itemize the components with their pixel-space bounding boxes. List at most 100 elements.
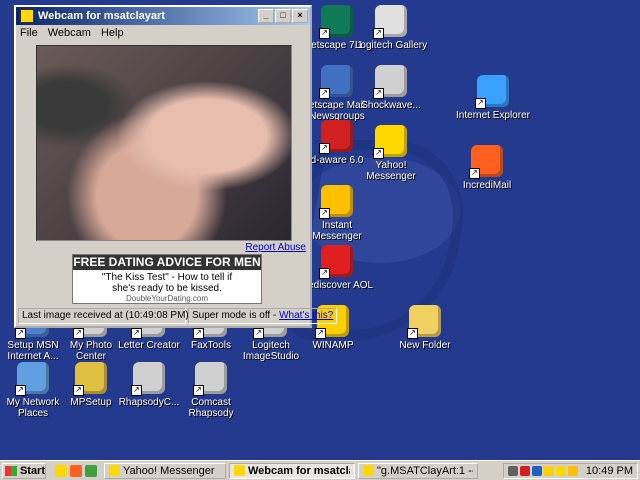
ad-line-1: "The Kiss Test" - How to tell if <box>101 272 233 283</box>
ad-headline: FREE DATING ADVICE FOR MEN <box>73 255 261 270</box>
incredimail-icon: ↗ <box>469 145 503 179</box>
shortcut-arrow-icon: ↗ <box>469 168 480 179</box>
network-icon: ↗ <box>15 362 49 396</box>
aol-icon: ↗ <box>319 245 353 279</box>
netscape-icon: ↗ <box>319 5 353 39</box>
ad-banner[interactable]: FREE DATING ADVICE FOR MEN "The Kiss Tes… <box>72 254 262 304</box>
desktop-icon[interactable]: ↗ Logitech Gallery <box>354 5 428 51</box>
shortcut-arrow-icon: ↗ <box>319 208 330 219</box>
task-buttons: Yahoo! Messenger Webcam for msatcla... "g.… <box>101 462 478 479</box>
yahoo-icon[interactable] <box>55 464 67 477</box>
desktop-icon[interactable]: ↗ Shockwave... <box>354 65 428 111</box>
report-abuse-link[interactable]: Report Abuse <box>245 242 306 253</box>
task-label: "g.MSATClayArt:1 -- Chat <box>377 464 473 477</box>
shortcut-arrow-icon: ↗ <box>373 88 384 99</box>
quick-launch <box>52 464 97 477</box>
tray-icons <box>507 465 580 476</box>
clock: 10:49 PM <box>585 464 633 477</box>
tray-app-icon[interactable] <box>519 465 530 476</box>
whats-this-link[interactable]: What's this? <box>279 310 333 321</box>
status-last-image: Last image received at (10:49:08 PM) <box>18 308 189 324</box>
task-app-icon <box>234 465 245 476</box>
network-tray-icon[interactable] <box>531 465 542 476</box>
shockwave-icon: ↗ <box>373 65 407 99</box>
logitech-icon: ↗ <box>373 5 407 39</box>
taskbar-button[interactable]: Yahoo! Messenger <box>104 462 226 479</box>
menu-webcam[interactable]: Webcam <box>48 27 91 39</box>
desktop-icon[interactable]: ↗ Yahoo! Messenger <box>354 125 428 182</box>
shortcut-arrow-icon: ↗ <box>131 328 142 339</box>
mail-icon: ↗ <box>319 65 353 99</box>
task-app-icon <box>109 465 120 476</box>
status-super-mode: Super mode is off - What's this? <box>188 308 338 324</box>
desktop-icon-label: IncrediMail <box>462 180 512 191</box>
rhapsody-icon: ↗ <box>193 362 227 396</box>
shortcut-arrow-icon: ↗ <box>373 148 384 159</box>
desktop-icon-label: Yahoo! Messenger <box>366 160 416 182</box>
norton-icon[interactable] <box>543 465 554 476</box>
desktop-icon[interactable]: ↗ Comcast Rhapsody <box>174 362 248 419</box>
ad-url: DoubleYourDating.com <box>126 294 208 303</box>
menu-file[interactable]: File <box>20 27 38 39</box>
shortcut-arrow-icon: ↗ <box>193 385 204 396</box>
desktop-icon-label: Shockwave... <box>361 100 421 111</box>
mpsetup-icon: ↗ <box>73 362 107 396</box>
desktop-icon-label: Logitech ImageStudio <box>242 340 300 362</box>
shortcut-arrow-icon: ↗ <box>73 385 84 396</box>
yahoo-icon: ↗ <box>373 125 407 159</box>
start-label: Start <box>19 464 45 477</box>
shortcut-arrow-icon: ↗ <box>475 98 486 109</box>
shortcut-arrow-icon: ↗ <box>73 328 84 339</box>
desktop-icon-label: Comcast Rhapsody <box>188 397 234 419</box>
desktop-icon-label: New Folder <box>399 340 451 351</box>
shortcut-arrow-icon: ↗ <box>373 28 384 39</box>
yahoo-icon[interactable] <box>555 465 566 476</box>
status-bar: Last image received at (10:49:08 PM) Sup… <box>18 308 338 324</box>
shortcut-arrow-icon: ↗ <box>15 328 26 339</box>
shortcut-arrow-icon: ↗ <box>319 28 330 39</box>
shortcut-arrow-icon: ↗ <box>319 143 330 154</box>
media-icon[interactable] <box>85 464 97 477</box>
shortcut-arrow-icon: ↗ <box>319 268 330 279</box>
maximize-button[interactable]: □ <box>275 9 291 23</box>
start-button[interactable]: Start <box>2 462 46 479</box>
shortcut-arrow-icon: ↗ <box>131 385 142 396</box>
adaware-icon: ↗ <box>319 120 353 154</box>
desktop-icon-label: Internet Explorer <box>456 110 530 121</box>
shortcut-arrow-icon: ↗ <box>193 328 204 339</box>
folder-icon: ↗ <box>407 305 441 339</box>
windows-flag-icon <box>5 465 17 476</box>
desktop-icon[interactable]: ↗ IncrediMail <box>450 145 524 191</box>
desktop-icon[interactable]: ↗ Internet Explorer <box>456 75 530 121</box>
super-mode-text: Super mode is off - <box>192 310 277 321</box>
incredimail-icon[interactable] <box>70 464 82 477</box>
minimize-button[interactable]: _ <box>258 9 274 23</box>
window-title: Webcam for msatclayart <box>38 10 165 22</box>
webcam-image <box>36 45 292 241</box>
aim-icon: ↗ <box>319 185 353 219</box>
task-label: Webcam for msatcla... <box>248 464 350 477</box>
taskbar-button[interactable]: "g.MSATClayArt:1 -- Chat <box>358 462 478 479</box>
shortcut-arrow-icon: ↗ <box>319 88 330 99</box>
taskbar: Start Yahoo! Messenger Webcam for msatcla… <box>0 460 640 480</box>
desktop-icon-label: Logitech Gallery <box>354 40 428 51</box>
aim-icon[interactable] <box>567 465 578 476</box>
taskbar-button[interactable]: Webcam for msatcla... <box>229 462 355 479</box>
close-button[interactable]: × <box>292 9 308 23</box>
webcam-app-icon <box>20 9 34 23</box>
task-label: Yahoo! Messenger <box>123 464 215 477</box>
webcam-window[interactable]: Webcam for msatclayart _ □ × File Webcam… <box>14 5 338 328</box>
rhapsody-icon: ↗ <box>131 362 165 396</box>
speaker-icon[interactable] <box>507 465 518 476</box>
window-titlebar[interactable]: Webcam for msatclayart _ □ × <box>16 7 310 25</box>
system-tray: 10:49 PM <box>502 462 638 479</box>
shortcut-arrow-icon: ↗ <box>15 385 26 396</box>
ie-icon: ↗ <box>475 75 509 109</box>
task-app-icon <box>363 465 374 476</box>
shortcut-arrow-icon: ↗ <box>253 328 264 339</box>
ad-body: "The Kiss Test" - How to tell if she's r… <box>73 270 261 294</box>
desktop-icon[interactable]: ↗ New Folder <box>388 305 462 351</box>
shortcut-arrow-icon: ↗ <box>407 328 418 339</box>
ad-line-2: she's ready to be kissed. <box>112 283 222 294</box>
menu-help[interactable]: Help <box>101 27 124 39</box>
